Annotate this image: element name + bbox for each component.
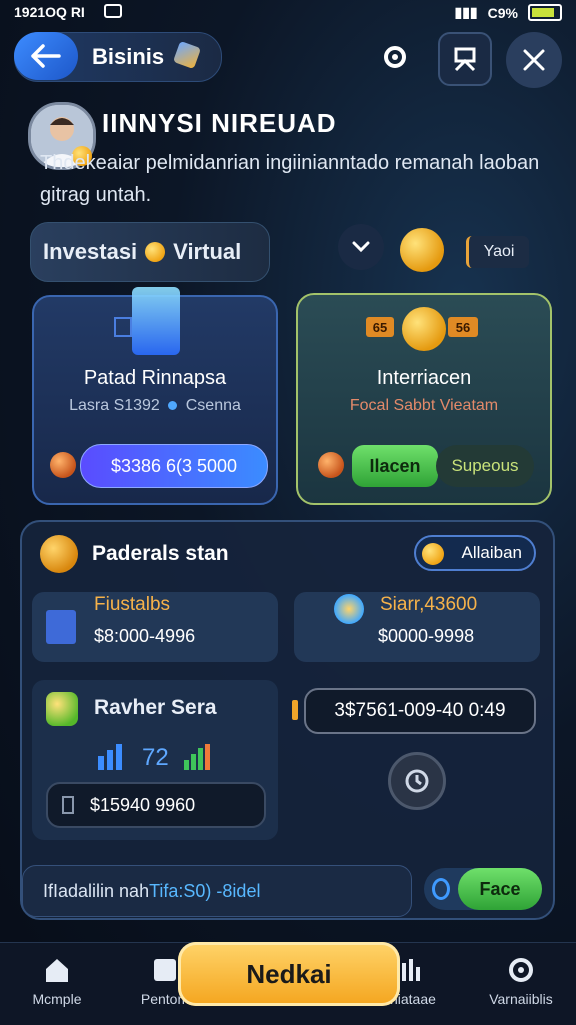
home-icon: [46, 959, 68, 982]
header-title: Bisinis: [92, 44, 165, 69]
lock-icon: [40, 535, 78, 573]
chevron-down-icon: [352, 241, 370, 253]
gold-coin-icon: [402, 307, 446, 351]
card-left-sub: Lasra S1392 Csenna: [34, 397, 276, 415]
dot-icon: [168, 401, 178, 410]
stat-box-2-value: $0000-9998: [378, 626, 475, 646]
clock-button[interactable]: [388, 752, 446, 810]
action-button[interactable]: Ilacen: [352, 445, 438, 487]
badge-left: 65: [366, 317, 394, 337]
user-button[interactable]: [438, 32, 492, 86]
card-left-sub-right: Csenna: [185, 397, 241, 414]
close-button[interactable]: [506, 32, 562, 88]
stat-box-1-label: Fiustalbs: [94, 594, 171, 615]
face-button[interactable]: Face: [458, 868, 542, 910]
alert-label: Allaiban: [461, 543, 523, 562]
card-right-title: Interriacen: [376, 367, 472, 389]
chart-icon: [402, 959, 420, 981]
page-title: IINNYSI NIREUAD: [102, 108, 337, 138]
alert-button[interactable]: Allaiban: [414, 535, 536, 571]
settings-button[interactable]: [368, 30, 422, 84]
crystal-icon: [132, 287, 180, 355]
arrow-left-icon: [31, 44, 61, 68]
stat-box-1[interactable]: Fiustalbs $8:000-4996: [32, 592, 278, 662]
user-icon: [454, 47, 476, 72]
close-icon: [523, 49, 545, 71]
invest-label: Investasi: [43, 239, 138, 264]
timer-icon: [405, 769, 429, 793]
nav-label-varnaiiblis: Varnaiiblis: [489, 991, 553, 1007]
card-left-title: Patad Rinnapsa: [83, 367, 227, 389]
back-button[interactable]: [14, 32, 78, 80]
gold-coin-icon: [400, 228, 444, 272]
shield-icon: [46, 692, 78, 726]
chart-icon: [114, 317, 132, 337]
info-text-right: Tifa:S0) -8idel: [149, 880, 261, 901]
virtual-label: Virtual: [173, 239, 242, 264]
nav-label-home: Mcmple: [32, 991, 82, 1007]
signal-bars-icon: [184, 744, 210, 770]
coin-icon: [422, 543, 444, 565]
badge-right: 56: [448, 317, 478, 337]
face-pill[interactable]: Face: [424, 868, 542, 910]
gear-coin-icon: [334, 594, 364, 624]
info-row[interactable]: IfIadalilin nah Tifa:S0) -8idel: [22, 865, 412, 917]
panel-title: Paderals stan: [92, 542, 229, 565]
status-pill[interactable]: Supeous: [436, 445, 534, 487]
bar-chart-icon: [98, 744, 130, 770]
balance-field[interactable]: $15940 9960: [46, 782, 266, 828]
invest-virtual-pill[interactable]: Investasi Virtual: [30, 222, 270, 282]
info-text-left: IfIadalilin nah: [43, 880, 150, 901]
gear-icon: [509, 958, 533, 982]
metric-value: 72: [142, 744, 169, 771]
card-left-sub-left: Lasra S1392: [69, 397, 160, 414]
battery-percent: C9%: [487, 4, 518, 21]
stat-box-2-label: Siarr,43600: [380, 594, 478, 615]
status-bar: 1921OQ RI ▮▮▮ C9%: [0, 0, 576, 26]
wallet-icon: [62, 796, 74, 814]
notification-icon: [104, 4, 122, 18]
nav-item-varnaiiblis[interactable]: Varnaiiblis: [466, 955, 576, 1007]
expand-button[interactable]: [338, 224, 384, 270]
stat-box-1-value: $8:000-4996: [94, 626, 196, 646]
location-icon: [432, 878, 450, 900]
fire-icon: [318, 452, 344, 478]
signal-icon: ▮▮▮: [454, 4, 478, 20]
status-time: 1921OQ RI: [14, 4, 85, 20]
balance-value: $15940 9960: [90, 794, 196, 815]
tag-badge[interactable]: Yaoi: [466, 236, 529, 268]
stat-box-2[interactable]: Siarr,43600 $0000-9998: [294, 592, 540, 662]
primary-cta-button[interactable]: Nedkai: [178, 942, 400, 1006]
battery-icon: [528, 4, 562, 21]
coin-icon: [145, 242, 166, 262]
document-icon: [46, 610, 76, 644]
range-field[interactable]: 3$7561-009-40 0:49: [304, 688, 536, 734]
nav-item-home[interactable]: Mcmple: [2, 955, 112, 1007]
amount-button[interactable]: $3386 6(3 5000: [80, 444, 268, 488]
gear-icon: [384, 46, 406, 68]
row-title: Ravher Sera: [94, 696, 217, 719]
grid-icon: [154, 959, 176, 981]
profile-description: Thdekeaiar pelmidanrian ingiinianntado r…: [40, 152, 540, 206]
fire-icon: [50, 452, 76, 478]
marker-icon: [292, 700, 298, 720]
card-right-sub: Focal Sabbt Vieatam: [349, 397, 499, 414]
